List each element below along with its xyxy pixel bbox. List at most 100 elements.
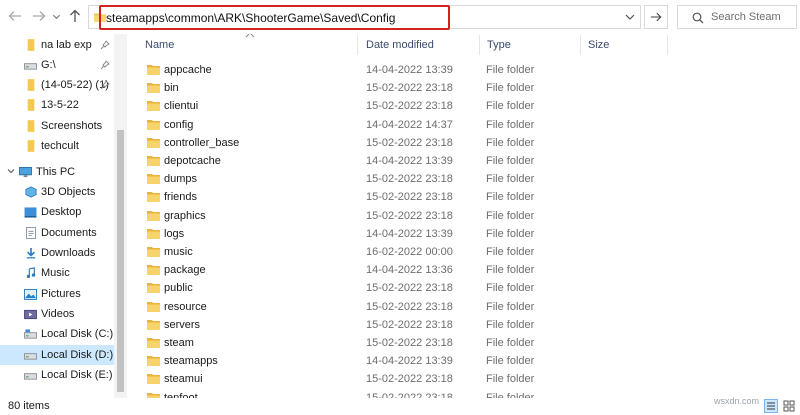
folder-icon [147, 228, 160, 239]
sidebar-item-13-5-22[interactable]: 13-5-22 [0, 95, 114, 115]
sidebar-item-videos[interactable]: Videos [0, 304, 114, 324]
sidebar-item-g-drive[interactable]: G:\ [0, 55, 114, 75]
sidebar-scrollbar[interactable] [114, 34, 127, 398]
sidebar-item-desktop[interactable]: Desktop [0, 202, 114, 222]
sidebar-item-techcult[interactable]: techcult [0, 136, 114, 156]
file-name[interactable]: config [164, 119, 193, 131]
address-dropdown-icon[interactable] [624, 11, 636, 23]
file-date-modified: 15-02-2022 23:18 [366, 318, 453, 331]
sidebar-item-label: techcult [41, 140, 79, 152]
table-row[interactable]: public 15-02-2022 23:18 File folder [141, 279, 781, 297]
music-icon [23, 267, 38, 280]
file-name[interactable]: package [164, 264, 206, 276]
file-name[interactable]: steamapps [164, 355, 218, 367]
table-row[interactable]: clientui 15-02-2022 23:18 File folder [141, 97, 781, 115]
sidebar-item-downloads[interactable]: Downloads [0, 243, 114, 263]
sidebar-item-local-disk-c[interactable]: Local Disk (C:) [0, 324, 114, 344]
column-header-name[interactable]: Name [145, 34, 174, 56]
sidebar-item-label: Pictures [41, 288, 81, 300]
file-name[interactable]: servers [164, 319, 200, 331]
file-date-modified: 15-02-2022 23:18 [366, 82, 453, 95]
file-name[interactable]: controller_base [164, 137, 239, 149]
file-name[interactable]: bin [164, 82, 179, 94]
back-button[interactable] [6, 7, 24, 25]
drive-icon [23, 328, 38, 341]
file-type: File folder [486, 155, 535, 167]
column-divider[interactable] [357, 35, 358, 55]
table-row[interactable]: tenfoot 15-02-2022 23:18 File folder [141, 389, 781, 398]
folder-icon [147, 210, 160, 221]
sidebar-item-local-disk-d[interactable]: Local Disk (D:) [0, 345, 114, 365]
chevron-down-icon[interactable] [7, 167, 15, 175]
file-name[interactable]: steamui [164, 373, 203, 385]
table-row[interactable]: resource 15-02-2022 23:18 File folder [141, 298, 781, 316]
table-row[interactable]: package 14-04-2022 13:36 File folder [141, 261, 781, 279]
folder-icon [147, 137, 160, 148]
sidebar-item-music[interactable]: Music [0, 263, 114, 283]
forward-button[interactable] [30, 7, 48, 25]
column-header-size[interactable]: Size [588, 34, 609, 56]
search-box[interactable]: Search Steam [677, 5, 797, 29]
sidebar-item-label: Downloads [41, 247, 96, 259]
table-row[interactable]: bin 15-02-2022 23:18 File folder [141, 79, 781, 97]
file-name[interactable]: steam [164, 337, 194, 349]
table-row[interactable]: config 14-04-2022 14:37 File folder [141, 116, 781, 134]
table-row[interactable]: steamapps 14-04-2022 13:39 File folder [141, 352, 781, 370]
folder-icon [23, 140, 38, 153]
column-divider[interactable] [479, 35, 480, 55]
table-row[interactable]: logs 14-04-2022 13:39 File folder [141, 225, 781, 243]
table-row[interactable]: controller_base 15-02-2022 23:18 File fold… [141, 134, 781, 152]
sidebar-item-14-05-22[interactable]: (14-05-22) (1) [0, 75, 114, 95]
folder-icon [147, 83, 160, 94]
sidebar-item-this-pc[interactable]: This PC [0, 162, 114, 182]
sidebar-item-local-disk-e[interactable]: Local Disk (E:) [0, 365, 114, 385]
table-row[interactable]: music 16-02-2022 00:00 File folder [141, 243, 781, 261]
file-name[interactable]: appcache [164, 64, 212, 76]
folder-icon [147, 174, 160, 185]
go-button[interactable] [644, 5, 668, 29]
file-name[interactable]: music [164, 246, 193, 258]
file-date-modified: 14-04-2022 13:39 [366, 227, 453, 240]
folder-icon [147, 119, 160, 130]
table-row[interactable]: appcache 14-04-2022 13:39 File folder [141, 61, 781, 79]
file-name[interactable]: clientui [164, 100, 198, 112]
file-name[interactable]: graphics [164, 210, 206, 222]
up-button[interactable] [66, 7, 84, 25]
column-header-date-modified[interactable]: Date modified [366, 34, 434, 56]
file-name[interactable]: public [164, 282, 193, 294]
sidebar-item-na-lab-exp[interactable]: na lab exp [0, 35, 114, 55]
file-name[interactable]: dumps [164, 173, 197, 185]
sidebar-item-3d-objects[interactable]: 3D Objects [0, 182, 114, 202]
table-row[interactable]: steamui 15-02-2022 23:18 File folder [141, 370, 781, 388]
column-divider[interactable] [667, 35, 668, 55]
sidebar-scrollbar-thumb[interactable] [117, 130, 124, 392]
sidebar-item-pictures[interactable]: Pictures [0, 284, 114, 304]
drive-icon [23, 369, 38, 382]
table-row[interactable]: friends 15-02-2022 23:18 File folder [141, 188, 781, 206]
sidebar-item-label: Local Disk (D:) [41, 349, 114, 361]
recent-locations-button[interactable] [50, 7, 62, 25]
file-name[interactable]: depotcache [164, 155, 221, 167]
column-header-type[interactable]: Type [487, 34, 511, 56]
address-bar[interactable]: steamapps\common\ARK\ShooterGame\Saved\C… [88, 5, 641, 30]
folder-icon [147, 192, 160, 203]
table-row[interactable]: graphics 15-02-2022 23:18 File folder [141, 207, 781, 225]
file-date-modified: 14-04-2022 13:36 [366, 264, 453, 277]
file-name[interactable]: resource [164, 301, 207, 313]
pin-icon [100, 40, 110, 50]
arrow-up-icon [70, 9, 80, 22]
file-type: File folder [486, 136, 535, 149]
sidebar-item-documents[interactable]: Documents [0, 223, 114, 243]
details-view-icon[interactable] [764, 399, 778, 413]
file-date-modified: 15-02-2022 23:18 [366, 337, 453, 349]
large-icons-view-icon[interactable] [782, 399, 796, 413]
file-name[interactable]: logs [164, 228, 184, 240]
sidebar-item-screenshots[interactable]: Screenshots [0, 116, 114, 136]
column-divider[interactable] [580, 35, 581, 55]
file-name[interactable]: friends [164, 191, 197, 203]
table-row[interactable]: steam 15-02-2022 23:18 File folder [141, 334, 781, 352]
address-path[interactable]: steamapps\common\ARK\ShooterGame\Saved\C… [106, 11, 395, 25]
table-row[interactable]: depotcache 14-04-2022 13:39 File folder [141, 152, 781, 170]
table-row[interactable]: servers 15-02-2022 23:18 File folder [141, 316, 781, 334]
table-row[interactable]: dumps 15-02-2022 23:18 File folder [141, 170, 781, 188]
